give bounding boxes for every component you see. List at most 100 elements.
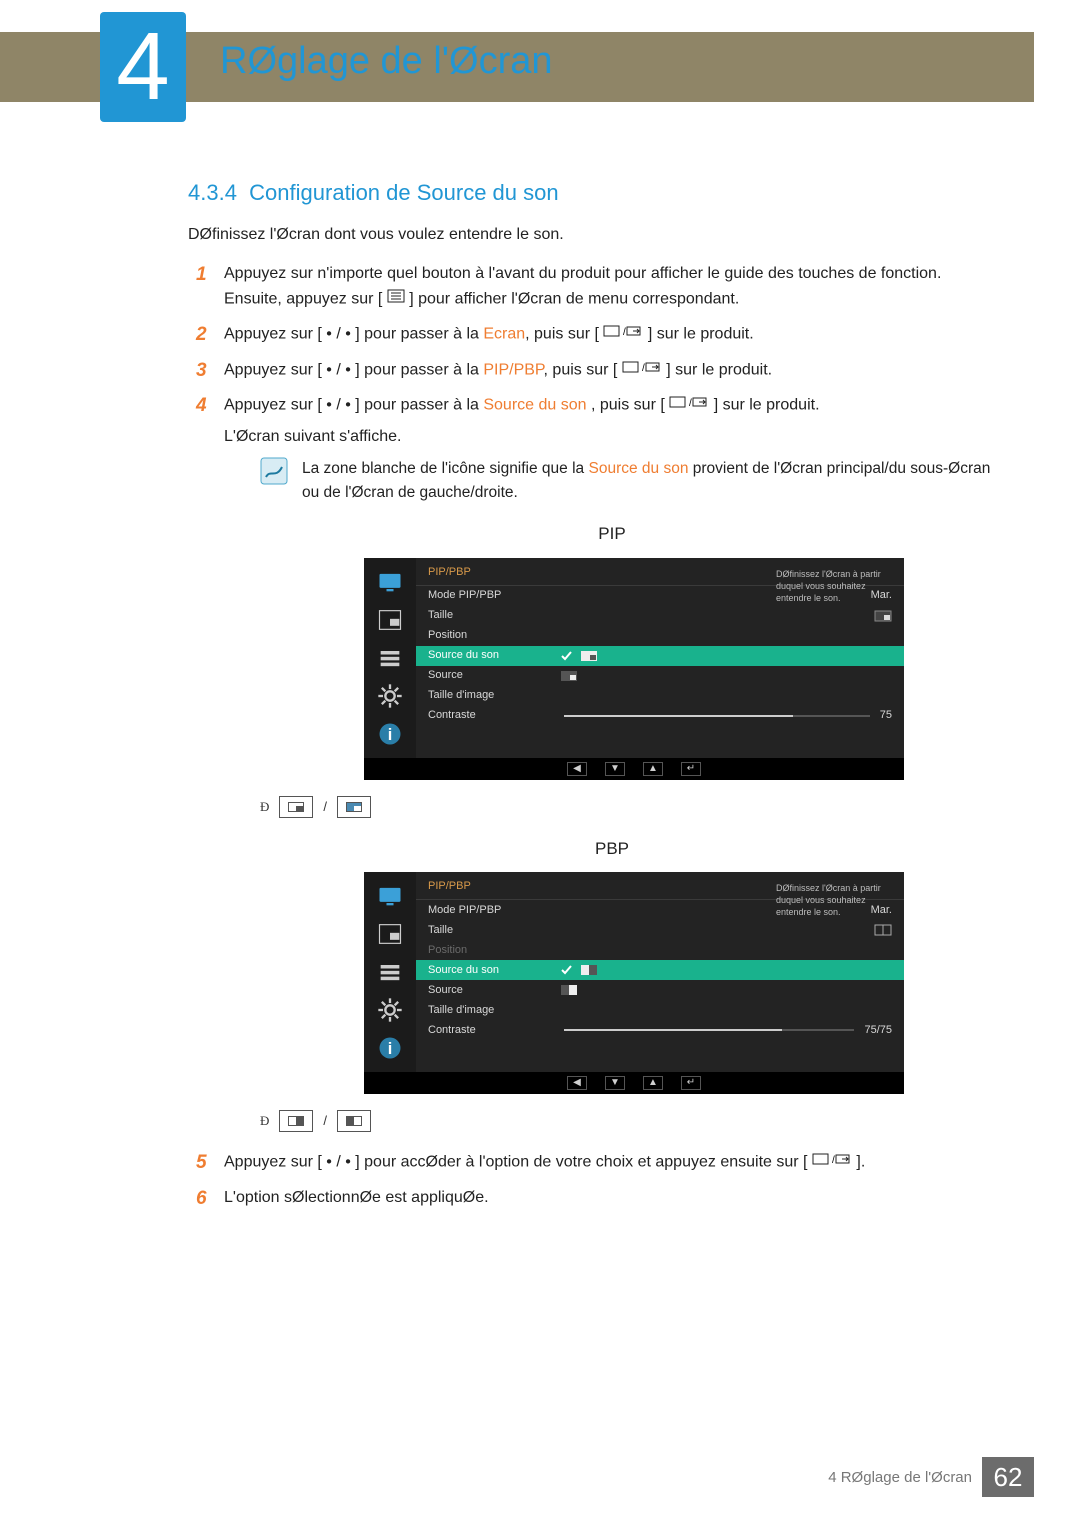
osd-row-source: Source [416,980,904,1000]
highlight-term: PIP/PBP [483,361,543,378]
step-6: 6 L'option sØlectionnØe est appliquØe. [188,1186,1000,1211]
osd-row-source: Source [416,666,904,686]
svg-text:/: / [623,327,626,338]
step-text: ] sur le produit. [714,397,820,414]
osd-row-source-son: Source du son [416,960,904,980]
option-icons-pbp: Ð / [260,1110,1000,1132]
highlight-term: Source du son [588,460,688,477]
pip-layout-icon [376,606,404,634]
note-text: La zone blanche de l'icône signifie que … [302,457,1000,505]
enter-source-icon: / [669,393,709,418]
pbp-size-icon [874,924,892,936]
dot-separator: • / • [322,397,355,414]
dot-separator: • / • [322,361,355,378]
step-text: ]. [856,1154,865,1171]
step-text: ] pour accØder à l'option de votre choix… [355,1154,807,1171]
svg-text:i: i [388,726,393,744]
step-1: 1 Appuyez sur n'importe quel bouton à l'… [188,262,1000,312]
enter-source-icon: / [622,358,662,383]
gear-icon [376,682,404,710]
osd-nav-bar: ◀ ▼ ▲ ↵ [364,1072,904,1094]
osd-row-source-son: Source du son [416,646,904,666]
note-block: La zone blanche de l'icône signifie que … [260,457,1000,505]
size-icon [874,610,892,622]
info-icon: i [376,1034,404,1062]
check-icon [560,964,574,976]
osd-row-label: Source du son [428,962,548,979]
osd-nav-bar: ◀ ▼ ▲ ↵ [364,758,904,780]
osd-row-label: Taille d'image [428,687,548,704]
osd-row-taille-img: Taille d'image [416,686,904,706]
osd-row-taille-img: Taille d'image [416,1000,904,1020]
steps-list: 1 Appuyez sur n'importe quel bouton à l'… [188,262,1000,1210]
highlight-term: Source du son [483,397,586,414]
osd-row-taille: Taille [416,606,904,626]
menu-icon [387,287,405,312]
page-content: 4.3.4 Configuration de Source du son DØf… [188,180,1000,1220]
display-icon [376,568,404,596]
osd-row-label: Taille [428,922,548,939]
slider-track [564,715,870,717]
section-heading: 4.3.4 Configuration de Source du son [188,180,1000,206]
osd-tooltip: DØfinissez l'Øcran à partir duquel vous … [776,568,896,604]
osd-panel-pbp: i DØfinissez l'Øcran à partir duquel vou… [364,872,902,1094]
osd-row-label: Contraste [428,707,548,724]
nav-enter-icon: ↵ [681,762,701,776]
pip-sub-icon [560,670,578,682]
step-text: Appuyez sur [ [224,1154,322,1171]
osd-row-position-disabled: Position [416,940,904,960]
step-text: ] pour passer à la [355,361,483,378]
enter-source-icon: / [603,322,643,347]
step-text: ] pour passer à la [355,397,483,414]
osd-row-label: Taille d'image [428,1002,548,1019]
osd-row-position: Position [416,626,904,646]
svg-text:i: i [388,1040,393,1058]
nav-down-icon: ▼ [605,762,625,776]
footer-chapter-text: 4 RØglage de l'Øcran [828,1469,972,1486]
nav-enter-icon: ↵ [681,1076,701,1090]
section-number: 4.3.4 [188,180,237,205]
svg-text:/: / [689,398,692,409]
osd-row-label: Taille [428,607,548,624]
nav-down-icon: ▼ [605,1076,625,1090]
osd-row-contraste: Contraste75/75 [416,1020,904,1040]
note-part: La zone blanche de l'icône signifie que … [302,460,588,477]
osd-row-label: Position [428,627,548,644]
step-3: 3 Appuyez sur [ • / • ] pour passer à la… [188,358,1000,383]
step-5: 5 Appuyez sur [ • / • ] pour accØder à l… [188,1150,1000,1175]
pbp-right-icon [560,984,578,996]
option-icons-pip: Ð / [260,796,1000,818]
step-text: L'option sØlectionnØe est appliquØe. [224,1189,489,1206]
slider-track [564,1029,854,1031]
pbp-left-icon [580,964,598,976]
osd-row-label: Position [428,942,548,959]
display-icon [376,882,404,910]
osd-row-label: Mode PIP/PBP [428,902,548,919]
enter-source-icon: / [812,1150,852,1175]
chapter-title: RØglage de l'Øcran [220,40,553,83]
osd-label-pbp: PBP [224,836,1000,862]
footer-page-number: 62 [982,1457,1034,1497]
osd-tooltip: DØfinissez l'Øcran à partir duquel vous … [776,882,896,918]
step-text: ] pour afficher l'Øcran de menu correspo… [409,290,739,307]
osd-row-label: Source [428,667,548,684]
pbp-option-right-icon [337,1110,371,1132]
nav-left-icon: ◀ [567,1076,587,1090]
step-text: , puis sur [ [544,361,618,378]
osd-panel-pip: i DØfinissez l'Øcran à partir duquel vou… [364,558,902,780]
dot-separator: • / • [322,326,355,343]
step-text: ] sur le produit. [648,326,754,343]
osd-label-pip: PIP [224,521,1000,547]
dot-separator: • / • [322,1154,355,1171]
osd-row-taille: Taille [416,920,904,940]
pip-main-icon [580,650,598,662]
step-text: Appuyez sur [ [224,326,322,343]
svg-text:/: / [832,1155,835,1166]
svg-text:/: / [642,363,645,374]
page-footer: 4 RØglage de l'Øcran 62 [828,1457,1034,1497]
pbp-option-left-icon [279,1110,313,1132]
osd-side-icons: i [364,872,416,1072]
osd-row-value: 75/75 [864,1022,892,1039]
step-text: Appuyez sur [ [224,397,322,414]
list-icon [376,958,404,986]
